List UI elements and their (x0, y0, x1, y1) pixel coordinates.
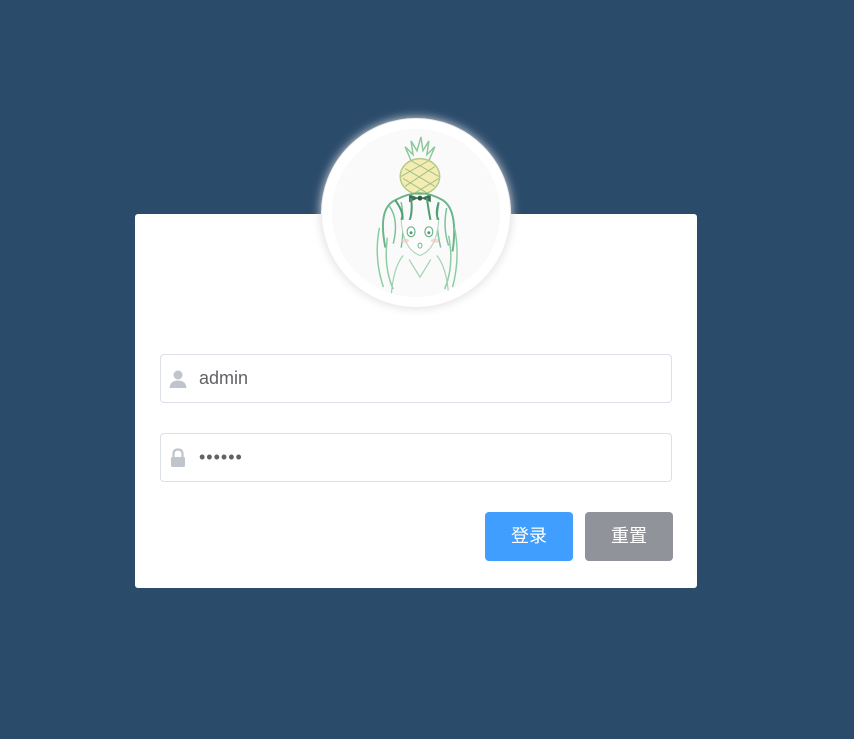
avatar-frame (321, 118, 511, 308)
password-input[interactable] (199, 434, 659, 481)
user-icon (167, 368, 189, 390)
username-input[interactable] (199, 355, 659, 402)
username-field[interactable] (160, 354, 672, 403)
reset-button[interactable]: 重置 (585, 512, 673, 561)
lock-icon (167, 447, 189, 469)
login-button[interactable]: 登录 (485, 512, 573, 561)
password-field[interactable] (160, 433, 672, 482)
avatar (332, 129, 500, 297)
anime-girl-pineapple-avatar-icon (332, 129, 500, 297)
